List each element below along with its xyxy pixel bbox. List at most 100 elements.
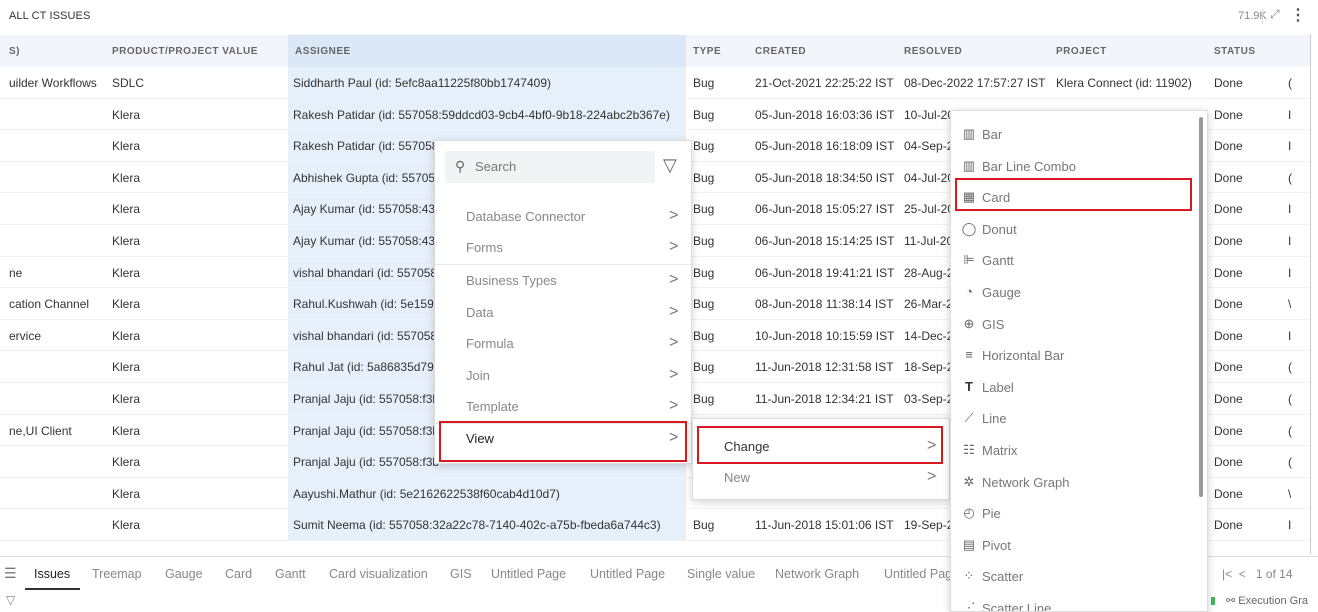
chevron-right-icon: >: [669, 238, 679, 255]
assignee-cell: Ajay Kumar (id: 557058:43: [293, 234, 436, 248]
tab-card[interactable]: Card: [225, 567, 252, 581]
chevron-right-icon: >: [669, 303, 679, 320]
component-cell: cation Channel: [9, 297, 90, 312]
menu-item-gantt[interactable]: ⊫ Gantt: [951, 245, 1207, 276]
extra-cell: I: [1288, 107, 1292, 122]
resolved-cell: 10-Jul-20: [904, 107, 955, 122]
tab-card-visualization[interactable]: Card visualization: [329, 567, 428, 581]
menu-item-formula[interactable]: Formula >: [435, 328, 691, 359]
prev-page-icon[interactable]: <: [1239, 567, 1246, 581]
product-cell: Klera: [112, 202, 141, 217]
menu-item-data[interactable]: Data >: [435, 297, 691, 328]
product-cell: Klera: [112, 360, 141, 375]
resolved-cell: 26-Mar-2: [904, 297, 953, 312]
search-input[interactable]: ⚲ Search: [445, 151, 655, 183]
menu-item-horizontal-bar[interactable]: ≡ Horizontal Bar: [951, 340, 1207, 371]
assignee-cell: Pranjal Jaju (id: 557058:f3b: [293, 455, 440, 470]
menu-item-forms[interactable]: Forms >: [435, 232, 691, 263]
menu-item-bar[interactable]: ▥ Bar: [951, 119, 1207, 150]
tab-gantt[interactable]: Gantt: [275, 567, 306, 581]
created-cell: 08-Jun-2018 11:38:14 IST: [755, 297, 894, 312]
menu-item-gauge[interactable]: ◔ Gauge: [951, 277, 1207, 308]
column-header[interactable]: PROJECT: [1056, 46, 1107, 57]
tab-gauge[interactable]: Gauge: [165, 567, 203, 581]
product-cell: Klera: [112, 139, 141, 154]
menu-item-scatter[interactable]: ⁘ Scatter: [951, 561, 1207, 592]
column-header[interactable]: ASSIGNEE: [295, 46, 351, 57]
expand-icon[interactable]: ⤢: [1270, 7, 1280, 22]
menu-item-template[interactable]: Template >: [435, 391, 691, 422]
pivot-table-icon: ▤: [962, 536, 976, 552]
tab-untitled-page-3[interactable]: Untitled Pag: [884, 567, 952, 581]
menu-item-label[interactable]: T Label: [951, 372, 1207, 403]
menu-item-bar-line-combo[interactable]: ▥ Bar Line Combo: [951, 151, 1207, 182]
chevron-right-icon: >: [669, 366, 679, 383]
page-indicator: 1 of 14: [1255, 567, 1293, 581]
first-page-icon[interactable]: |<: [1222, 567, 1232, 581]
created-cell: 11-Jun-2018 15:01:06 IST: [755, 518, 894, 533]
status-cell: Done: [1214, 234, 1243, 248]
execution-graph-link[interactable]: ⚯ Execution Gra: [1226, 594, 1308, 607]
chevron-right-icon: >: [669, 207, 679, 224]
assignee-cell: vishal bhandari (id: 557058: [293, 265, 438, 280]
extra-cell: (: [1288, 170, 1292, 185]
donut-icon: ◯: [961, 220, 977, 236]
menu-item-line[interactable]: ⟋ Line: [951, 403, 1207, 434]
context-menu: ⚲ Search ▽ Database Connector > Forms > Bu…: [434, 140, 692, 464]
tab-single-value[interactable]: Single value: [687, 567, 755, 581]
menu-item-scatter-line[interactable]: ⋰ Scatter Line: [951, 593, 1207, 611]
assignee-cell: Pranjal Jaju (id: 557058:f3b: [293, 423, 440, 438]
status-cell: Done: [1214, 486, 1243, 501]
created-cell: 21-Oct-2021 22:25:22 IST: [755, 76, 894, 90]
tab-untitled-page-2[interactable]: Untitled Page: [590, 567, 665, 581]
menu-item-donut[interactable]: ◯ Donut: [951, 214, 1207, 245]
menu-item-pivot[interactable]: ▤ Pivot: [951, 530, 1207, 561]
project-cell: Klera Connect (id: 11902): [1056, 76, 1192, 90]
menu-item-gis[interactable]: ⊕ GIS: [951, 309, 1207, 340]
table-row[interactable]: uilder Workflows SDLC Siddharth Paul (id: …: [0, 67, 1310, 99]
type-cell: Bug: [693, 139, 715, 154]
created-cell: 05-Jun-2018 18:34:50 IST: [755, 170, 895, 185]
filter-icon[interactable]: ▽: [6, 593, 15, 607]
filter-icon[interactable]: ▽: [663, 155, 677, 176]
resolved-cell: 08-Dec-2022 17:57:27 IST: [904, 76, 1046, 90]
product-cell: Klera: [112, 518, 141, 533]
menu-item-network-graph[interactable]: ✲ Network Graph: [951, 467, 1207, 498]
tab-issues[interactable]: Issues: [34, 567, 70, 581]
tab-network-graph[interactable]: Network Graph: [775, 567, 859, 581]
menu-item-join[interactable]: Join >: [435, 360, 691, 391]
resolved-cell: 28-Aug-2: [904, 265, 954, 280]
bar-line-combo-icon: ▥: [962, 157, 976, 173]
menu-item-matrix[interactable]: ☷ Matrix: [951, 435, 1207, 466]
tab-untitled-page[interactable]: Untitled Page: [491, 567, 566, 581]
scrollbar[interactable]: [1199, 117, 1203, 497]
column-header[interactable]: RESOLVED: [904, 46, 962, 57]
menu-item-database-connector[interactable]: Database Connector >: [435, 201, 691, 232]
type-cell: Bug: [693, 76, 715, 90]
hamburger-menu-icon[interactable]: ☰: [4, 565, 17, 582]
resolved-cell: 04-Sep-2: [904, 139, 954, 154]
column-header[interactable]: S): [9, 46, 20, 57]
status-cell: Done: [1214, 107, 1243, 122]
column-header[interactable]: STATUS: [1214, 46, 1256, 57]
menu-item-new[interactable]: New >: [693, 462, 949, 493]
column-header[interactable]: PRODUCT/PROJECT VALUE: [112, 46, 258, 57]
type-cell: Bug: [693, 170, 715, 185]
assignee-cell: Rahul Jat (id: 5a86835d79: [293, 360, 434, 375]
menu-item-pie[interactable]: ◴ Pie: [951, 498, 1207, 529]
created-cell: 06-Jun-2018 15:05:27 IST: [755, 202, 895, 217]
tab-treemap[interactable]: Treemap: [92, 567, 142, 581]
extra-cell: I: [1288, 328, 1292, 343]
extra-cell: (: [1288, 360, 1292, 375]
highlight-box-card: [955, 178, 1192, 211]
more-options-icon[interactable]: ⋮: [1290, 5, 1306, 25]
column-header[interactable]: CREATED: [755, 46, 806, 57]
resolved-cell: 18-Sep-2: [904, 360, 954, 375]
assignee-cell: Rakesh Patidar (id: 557058: [293, 139, 439, 154]
created-cell: 05-Jun-2018 16:03:36 IST: [755, 107, 895, 122]
status-cell: Done: [1214, 455, 1243, 470]
column-header[interactable]: TYPE: [693, 46, 721, 57]
menu-item-business-types[interactable]: Business Types >: [435, 265, 691, 296]
tab-gis[interactable]: GIS: [450, 567, 472, 581]
chevron-right-icon: >: [669, 271, 679, 288]
